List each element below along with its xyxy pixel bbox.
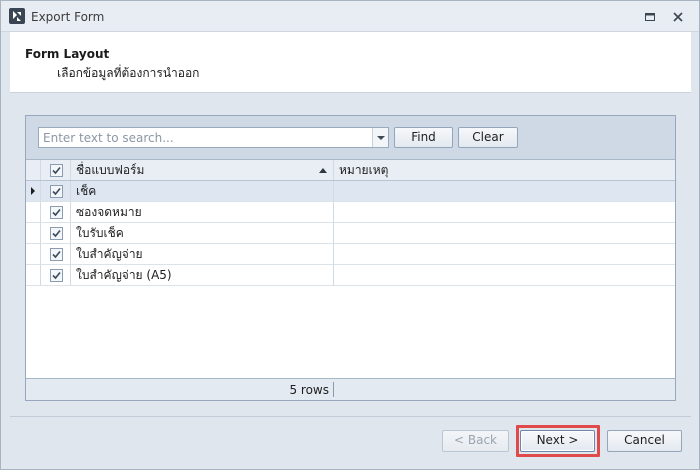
search-input[interactable] <box>39 128 371 147</box>
row-indicator-cell <box>26 244 41 264</box>
cancel-button[interactable]: Cancel <box>607 430 682 452</box>
table-row[interactable]: เช็ค <box>26 181 675 202</box>
table-row[interactable]: ใบสำคัญจ่าย (A5) <box>26 265 675 286</box>
title-bar: Export Form <box>1 1 699 32</box>
column-header-label: ชื่อแบบฟอร์ม <box>76 163 145 177</box>
note-cell <box>334 265 675 285</box>
close-icon[interactable] <box>670 9 686 25</box>
form-name-cell: ใบรับเช็ค <box>71 223 334 243</box>
note-cell <box>334 202 675 222</box>
row-checkbox[interactable] <box>50 206 63 219</box>
row-count-label: 5 rows <box>289 383 329 397</box>
table-row[interactable]: ใบรับเช็ค <box>26 223 675 244</box>
row-checkbox-cell <box>41 202 71 222</box>
form-name-cell: ซองจดหมาย <box>71 202 334 222</box>
page-subtitle: เลือกข้อมูลที่ต้องการนำออก <box>57 66 200 80</box>
select-all-cell <box>41 160 71 180</box>
row-checkbox-cell <box>41 181 71 201</box>
row-checkbox[interactable] <box>50 227 63 240</box>
row-checkbox-cell <box>41 223 71 243</box>
back-button[interactable]: < Back <box>442 430 509 452</box>
note-cell <box>334 244 675 264</box>
column-header-note[interactable]: หมายเหตุ <box>334 160 675 180</box>
sort-ascending-icon <box>319 168 327 173</box>
form-grid-panel: Find Clear ชื่อแบบฟอร์ม <box>25 115 676 401</box>
page-title: Form Layout <box>25 47 110 61</box>
form-name-cell: ใบสำคัญจ่าย <box>71 244 334 264</box>
row-checkbox-cell <box>41 244 71 264</box>
search-box <box>38 127 389 148</box>
check-icon <box>52 166 61 175</box>
check-icon <box>52 187 61 196</box>
check-icon <box>52 250 61 259</box>
restore-icon[interactable] <box>642 9 658 25</box>
wizard-header: Form Layout เลือกข้อมูลที่ต้องการนำออก <box>10 32 691 93</box>
table-row[interactable]: ซองจดหมาย <box>26 202 675 223</box>
export-form-dialog: Export Form Form Layout เลือกข้อมูลที่ต้… <box>0 0 700 470</box>
row-checkbox[interactable] <box>50 269 63 282</box>
current-row-icon <box>31 187 35 195</box>
column-header-label: หมายเหตุ <box>339 163 389 177</box>
table-row[interactable]: ใบสำคัญจ่าย <box>26 244 675 265</box>
form-name-cell: ใบสำคัญจ่าย (A5) <box>71 265 334 285</box>
check-icon <box>52 271 61 280</box>
row-checkbox[interactable] <box>50 185 63 198</box>
row-indicator-cell <box>26 181 41 201</box>
content-area: Find Clear ชื่อแบบฟอร์ม <box>10 93 691 417</box>
find-button[interactable]: Find <box>394 127 453 148</box>
select-all-checkbox[interactable] <box>50 164 63 177</box>
note-cell <box>334 223 675 243</box>
column-header-form-name[interactable]: ชื่อแบบฟอร์ม <box>71 160 334 180</box>
clear-button[interactable]: Clear <box>458 127 518 148</box>
indicator-header <box>26 160 41 180</box>
chevron-down-icon[interactable] <box>372 128 388 147</box>
window-title: Export Form <box>31 10 105 24</box>
check-icon <box>52 229 61 238</box>
row-checkbox-cell <box>41 265 71 285</box>
table-footer: 5 rows <box>26 378 675 400</box>
app-logo-icon <box>9 8 25 24</box>
form-name-cell: เช็ค <box>71 181 334 201</box>
note-cell <box>334 181 675 201</box>
table-header: ชื่อแบบฟอร์ม หมายเหตุ <box>26 160 675 181</box>
row-indicator-cell <box>26 223 41 243</box>
footer-divider <box>333 382 334 397</box>
row-indicator-cell <box>26 202 41 222</box>
row-indicator-cell <box>26 265 41 285</box>
row-checkbox[interactable] <box>50 248 63 261</box>
check-icon <box>52 208 61 217</box>
search-toolbar: Find Clear <box>26 116 675 160</box>
next-button[interactable]: Next > <box>520 430 595 452</box>
forms-table: ชื่อแบบฟอร์ม หมายเหตุ เช็ค ซองจดหมาย ใบร… <box>26 160 675 286</box>
